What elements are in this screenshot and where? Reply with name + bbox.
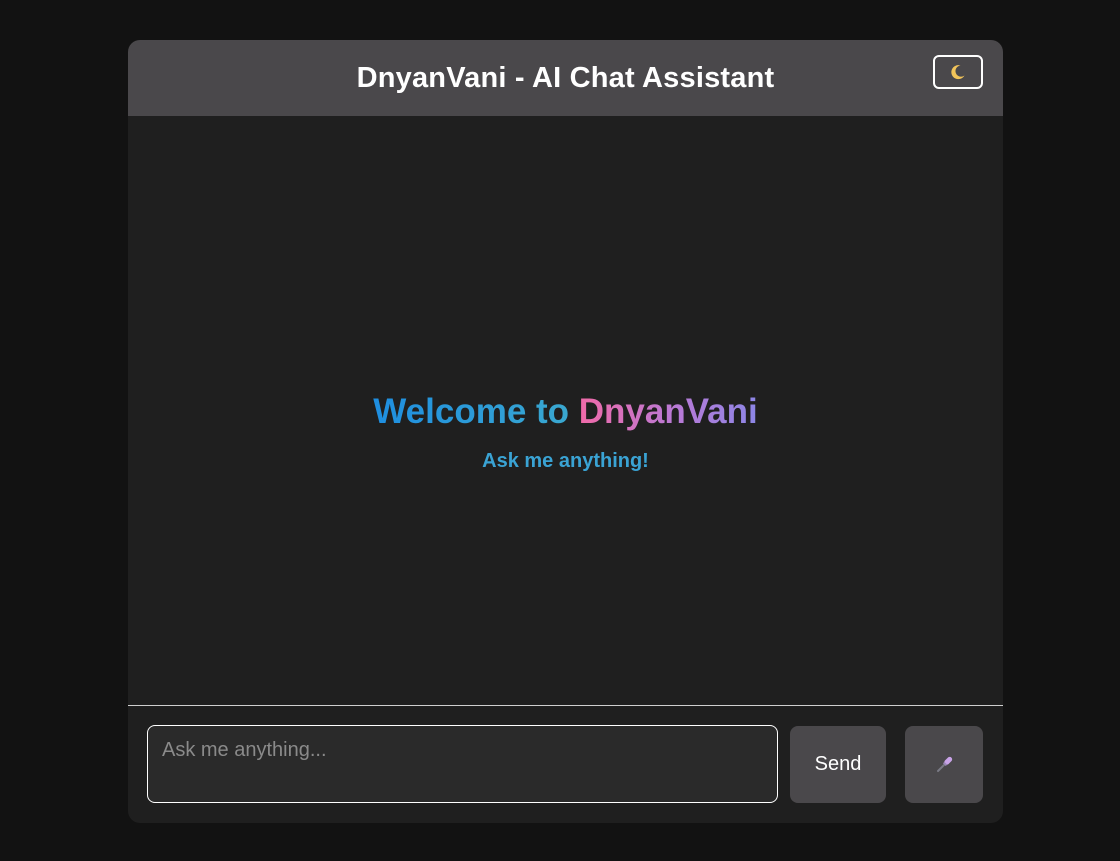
send-button[interactable]: Send [790,726,886,803]
moon-icon [951,65,965,80]
chat-app-window: DnyanVani - AI Chat Assistant Welcome to… [128,40,1003,823]
header-bar: DnyanVani - AI Chat Assistant [128,40,1003,116]
welcome-brand: DnyanVani [578,392,758,431]
welcome-subtitle: Ask me anything! [482,450,649,472]
composer-bar: Send [128,706,1003,823]
microphone-button[interactable] [905,726,983,803]
theme-toggle-button[interactable] [933,55,983,89]
welcome-prefix: Welcome to [373,392,570,431]
chat-input[interactable] [147,725,778,803]
welcome-heading: Welcome to DnyanVani [128,390,1003,434]
app-title: DnyanVani - AI Chat Assistant [356,61,775,94]
microphone-icon [936,756,953,772]
chat-messages-area: Welcome to DnyanVani Ask me anything! [128,116,1003,706]
